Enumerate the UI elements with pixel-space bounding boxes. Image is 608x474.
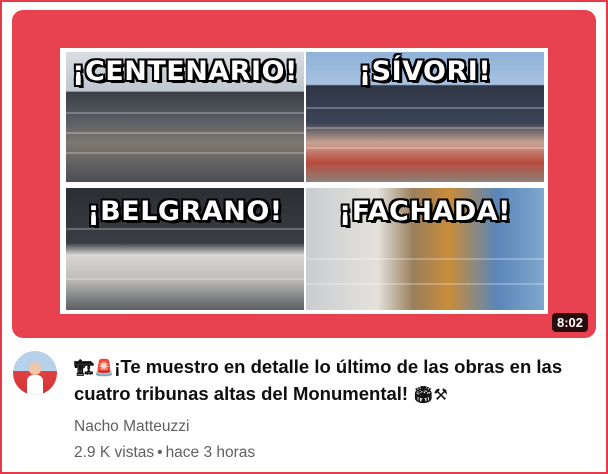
- channel-name[interactable]: Nacho Matteuzzi: [74, 418, 189, 436]
- panel-label: ¡FACHADA!: [339, 196, 511, 227]
- video-thumbnail[interactable]: ¡CENTENARIO! ¡SÍVORI! ¡BELGRANO! ¡FACHAD…: [12, 10, 596, 338]
- upload-age: hace 3 horas: [165, 444, 256, 461]
- panel-label: ¡BELGRANO!: [87, 196, 283, 227]
- thumbnail-panel-sivori: ¡SÍVORI!: [306, 52, 544, 182]
- duration-badge: 8:02: [551, 313, 588, 332]
- video-metadata: 2.9 K vistas • hace 3 horas: [74, 444, 255, 462]
- thumbnail-collage: ¡CENTENARIO! ¡SÍVORI! ¡BELGRANO! ¡FACHAD…: [60, 48, 548, 314]
- thumbnail-panel-belgrano: ¡BELGRANO!: [66, 188, 304, 310]
- thumbnail-panel-centenario: ¡CENTENARIO!: [66, 52, 304, 182]
- video-title-text: ¡Te muestro en detalle lo último de las …: [74, 356, 563, 404]
- video-title[interactable]: 🏗🚨¡Te muestro en detalle lo último de la…: [74, 354, 574, 408]
- channel-avatar[interactable]: [13, 351, 57, 395]
- construction-emoji-icon: 🏗🚨: [74, 358, 115, 377]
- thumbnail-panel-fachada: ¡FACHADA!: [306, 188, 544, 310]
- video-card[interactable]: ¡CENTENARIO! ¡SÍVORI! ¡BELGRANO! ¡FACHAD…: [0, 0, 608, 474]
- view-count: 2.9 K vistas: [74, 444, 155, 461]
- panel-label: ¡SÍVORI!: [358, 56, 492, 87]
- panel-label: ¡CENTENARIO!: [72, 56, 298, 87]
- meta-separator: •: [157, 444, 163, 461]
- stadium-tools-emoji-icon: 🏟⚒: [413, 385, 448, 404]
